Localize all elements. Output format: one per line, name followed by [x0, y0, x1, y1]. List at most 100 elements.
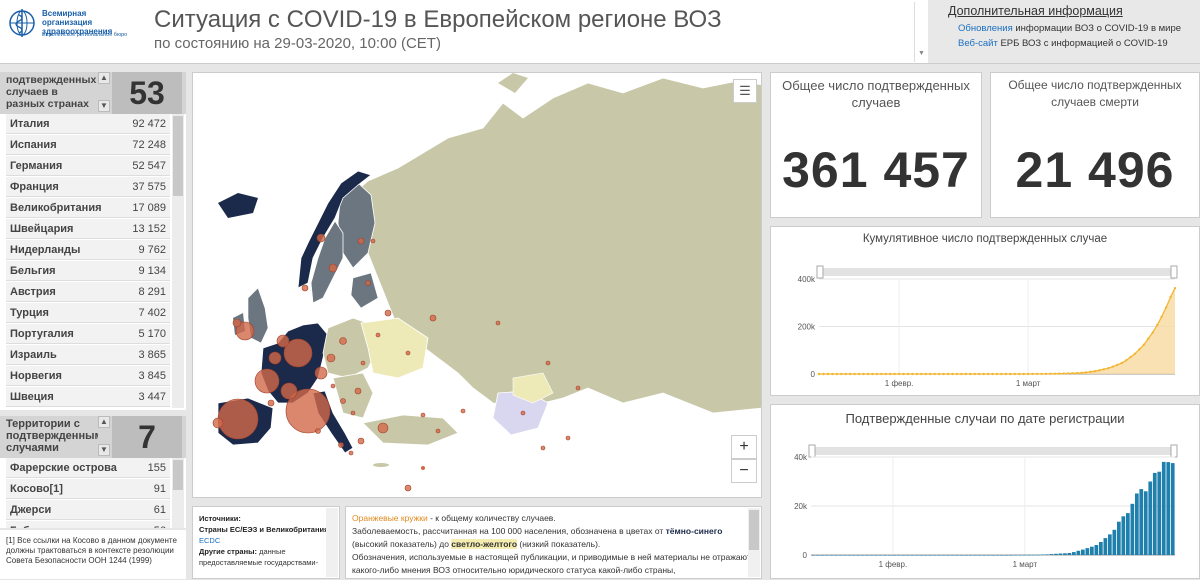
list-item[interactable]: Германия 52 547 [6, 156, 170, 176]
countries-scrollbar[interactable] [172, 114, 184, 408]
data-point[interactable] [1026, 372, 1030, 376]
bar[interactable] [946, 555, 950, 556]
bar[interactable] [1049, 554, 1054, 555]
bar[interactable] [1157, 471, 1162, 555]
bar[interactable] [977, 555, 982, 556]
bar[interactable] [1094, 545, 1099, 555]
data-point[interactable] [1173, 287, 1177, 290]
bar[interactable] [1112, 529, 1117, 555]
bar[interactable] [928, 555, 932, 556]
bar[interactable] [986, 555, 991, 556]
bar[interactable] [896, 555, 901, 556]
countries-scroll-thumb[interactable] [173, 116, 183, 196]
bar[interactable] [820, 555, 825, 556]
data-point[interactable] [1089, 370, 1092, 373]
list-item[interactable]: Косово[1] 91 [6, 479, 170, 499]
bar[interactable] [973, 555, 977, 556]
updates-link[interactable]: Обновления [958, 23, 1013, 34]
bar[interactable] [1152, 472, 1157, 555]
list-item[interactable]: Джерси 61 [6, 500, 170, 520]
bar[interactable] [1027, 554, 1031, 556]
bar[interactable] [833, 555, 838, 556]
data-point[interactable] [902, 372, 905, 376]
data-point[interactable] [920, 372, 923, 376]
data-point[interactable] [853, 372, 856, 376]
data-point[interactable] [1035, 372, 1039, 376]
data-point[interactable] [1080, 371, 1083, 374]
data-point[interactable] [880, 372, 883, 376]
data-point[interactable] [986, 372, 990, 376]
data-point[interactable] [1160, 315, 1163, 318]
notes-scrollbar[interactable] [748, 508, 760, 577]
data-point[interactable] [929, 372, 932, 376]
data-point[interactable] [1138, 348, 1141, 351]
data-point[interactable] [1102, 368, 1105, 371]
bar[interactable] [1126, 513, 1130, 555]
bar[interactable] [865, 555, 869, 556]
bar[interactable] [1004, 555, 1009, 556]
data-point[interactable] [826, 372, 830, 376]
header-scrollbar[interactable]: ▼ [914, 2, 926, 62]
list-item[interactable]: Гибралтар 56 [6, 521, 170, 528]
data-point[interactable] [991, 372, 994, 376]
website-link[interactable]: Веб-сайт [958, 38, 998, 49]
data-point[interactable] [1120, 361, 1123, 365]
bar[interactable] [1085, 548, 1090, 555]
territories-scroll-thumb[interactable] [173, 460, 183, 490]
bar[interactable] [1139, 489, 1144, 555]
list-item[interactable]: Нидерланды 9 762 [6, 240, 170, 260]
bar[interactable] [1009, 555, 1013, 556]
zoom-out-button[interactable]: − [731, 459, 757, 483]
data-point[interactable] [951, 372, 954, 376]
bar[interactable] [959, 555, 964, 556]
data-point[interactable] [1169, 295, 1172, 299]
data-point[interactable] [844, 372, 847, 376]
territories-scrollbar[interactable] [172, 458, 184, 528]
data-point[interactable] [831, 372, 834, 376]
list-item[interactable]: Швеция 3 447 [6, 387, 170, 407]
bar[interactable] [851, 555, 856, 556]
bar[interactable] [815, 555, 820, 556]
bar[interactable] [1067, 553, 1072, 555]
bar[interactable] [914, 555, 919, 556]
bar[interactable] [1018, 554, 1022, 556]
bar[interactable] [838, 555, 843, 556]
list-item[interactable]: Норвегия 3 845 [6, 366, 170, 386]
bar[interactable] [937, 555, 941, 556]
bar[interactable] [1099, 542, 1103, 555]
data-point[interactable] [871, 372, 874, 376]
data-point[interactable] [1156, 323, 1159, 327]
bar[interactable] [1081, 549, 1085, 555]
data-point[interactable] [982, 372, 985, 376]
data-point[interactable] [840, 372, 843, 376]
list-item[interactable]: Швейцария 13 152 [6, 219, 170, 239]
bar[interactable] [1036, 554, 1040, 556]
data-point[interactable] [1124, 359, 1128, 362]
data-point[interactable] [857, 372, 861, 376]
bar[interactable] [1161, 461, 1166, 555]
data-point[interactable] [893, 372, 896, 376]
data-point[interactable] [875, 372, 878, 376]
bar[interactable] [1000, 555, 1004, 556]
bar[interactable] [955, 555, 959, 556]
data-point[interactable] [1040, 372, 1043, 376]
data-point[interactable] [884, 372, 887, 376]
data-point[interactable] [964, 372, 967, 376]
bar[interactable] [1117, 521, 1121, 555]
data-point[interactable] [1071, 372, 1074, 375]
bar[interactable] [964, 555, 968, 556]
bar[interactable] [1170, 463, 1175, 555]
bar[interactable] [901, 555, 905, 556]
data-point[interactable] [933, 372, 936, 376]
bar[interactable] [887, 555, 892, 556]
range-slider-left-handle[interactable] [808, 444, 816, 458]
data-point[interactable] [978, 372, 981, 376]
zoom-in-button[interactable]: + [731, 435, 757, 459]
bar[interactable] [847, 555, 852, 556]
data-point[interactable] [906, 372, 910, 376]
data-point[interactable] [1049, 372, 1052, 375]
bar[interactable] [874, 555, 878, 556]
data-point[interactable] [1093, 370, 1097, 373]
list-item[interactable]: Франция 37 575 [6, 177, 170, 197]
data-point[interactable] [1018, 372, 1021, 376]
